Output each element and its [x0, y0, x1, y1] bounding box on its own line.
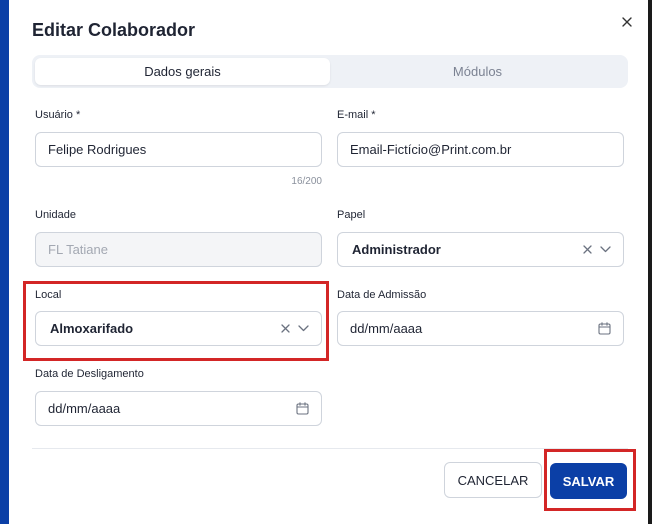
usuario-char-counter: 16/200 — [291, 176, 322, 187]
admissao-placeholder: dd/mm/aaaa — [350, 321, 423, 336]
clear-icon — [281, 324, 290, 333]
email-label: E-mail * — [337, 109, 376, 121]
edit-collaborator-dialog: Editar Colaborador Dados gerais Módulos … — [9, 0, 648, 522]
papel-clear-button[interactable] — [583, 245, 592, 254]
local-dropdown-toggle[interactable] — [298, 325, 309, 332]
tab-bar: Dados gerais Módulos — [32, 55, 628, 88]
email-input[interactable]: Email-Fictício@Print.com.br — [337, 132, 624, 167]
local-value: Almoxarifado — [50, 321, 134, 336]
usuario-label: Usuário * — [35, 109, 81, 121]
desligamento-calendar-button[interactable] — [296, 402, 309, 415]
admissao-date-input[interactable]: dd/mm/aaaa — [337, 311, 624, 346]
admissao-label: Data de Admissão — [337, 289, 427, 301]
local-select[interactable]: Almoxarifado — [35, 311, 322, 346]
save-button[interactable]: SALVAR — [550, 463, 627, 499]
background-left-edge — [0, 0, 9, 524]
unidade-value: FL Tatiane — [48, 242, 108, 257]
papel-label: Papel — [337, 209, 366, 221]
chevron-down-icon — [298, 325, 309, 332]
unidade-label: Unidade — [35, 209, 76, 221]
calendar-icon — [296, 402, 309, 415]
local-clear-button[interactable] — [281, 324, 290, 333]
papel-dropdown-toggle[interactable] — [600, 246, 611, 253]
close-icon — [622, 17, 632, 27]
footer-divider — [32, 448, 628, 449]
unidade-input: FL Tatiane — [35, 232, 322, 267]
papel-value: Administrador — [352, 242, 441, 257]
dialog-title: Editar Colaborador — [32, 20, 196, 40]
desligamento-placeholder: dd/mm/aaaa — [48, 401, 121, 416]
cancel-button[interactable]: CANCELAR — [444, 462, 542, 498]
desligamento-date-input[interactable]: dd/mm/aaaa — [35, 391, 322, 426]
email-value: Email-Fictício@Print.com.br — [350, 142, 512, 157]
local-label: Local — [35, 289, 62, 301]
papel-select[interactable]: Administrador — [337, 232, 624, 267]
clear-icon — [583, 245, 592, 254]
close-button[interactable] — [617, 12, 637, 32]
background-right-edge — [648, 0, 652, 524]
tab-modulos[interactable]: Módulos — [330, 58, 625, 85]
chevron-down-icon — [600, 246, 611, 253]
usuario-value: Felipe Rodrigues — [48, 142, 147, 157]
desligamento-label: Data de Desligamento — [35, 368, 144, 380]
admissao-calendar-button[interactable] — [598, 322, 611, 335]
calendar-icon — [598, 322, 611, 335]
tab-dados-gerais[interactable]: Dados gerais — [35, 58, 330, 85]
usuario-input[interactable]: Felipe Rodrigues — [35, 132, 322, 167]
